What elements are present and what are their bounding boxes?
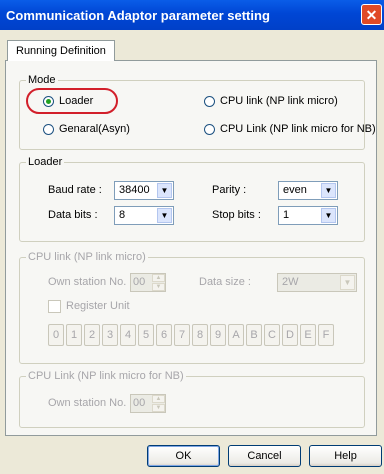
stop-bits-select[interactable]: 1 ▼ <box>278 206 338 225</box>
loader-legend: Loader <box>28 156 63 168</box>
bit-button-9[interactable]: 9 <box>210 324 226 346</box>
baud-rate-value: 38400 <box>119 184 150 196</box>
chevron-down-icon[interactable]: ▼ <box>321 208 336 223</box>
ok-button[interactable]: OK <box>147 445 220 467</box>
close-button[interactable]: ✕ <box>361 4 382 25</box>
cancel-button[interactable]: Cancel <box>228 445 301 467</box>
highlight-circle <box>26 88 118 114</box>
chevron-down-icon[interactable]: ▼ <box>157 208 172 223</box>
data-size-label: Data size : <box>199 276 251 288</box>
spin-up-icon[interactable]: ▲ <box>152 274 165 282</box>
bit-button-3[interactable]: 3 <box>102 324 118 346</box>
parity-value: even <box>283 184 307 196</box>
radio-cpu-link[interactable]: CPU link (NP link micro) <box>204 95 338 107</box>
tab-panel: Mode Loader CPU link (NP link micro) CPU… <box>5 60 377 436</box>
radio-cpu-link-nb-indicator[interactable] <box>204 123 215 135</box>
parity-select[interactable]: even ▼ <box>278 181 338 200</box>
spin-down-icon[interactable]: ▼ <box>152 404 165 412</box>
bit-button-f[interactable]: F <box>318 324 334 346</box>
cpu-link-legend: CPU link (NP link micro) <box>28 251 146 263</box>
bit-button-a[interactable]: A <box>228 324 244 346</box>
baud-rate-label: Baud rate : <box>48 184 102 196</box>
radio-cpu-link-label: CPU link (NP link micro) <box>220 95 338 107</box>
parity-label: Parity : <box>212 184 247 196</box>
register-unit-label: Register Unit <box>66 300 130 312</box>
bit-button-0[interactable]: 0 <box>48 324 64 346</box>
mode-legend: Mode <box>28 74 56 86</box>
radio-general-label: Genaral(Asyn) <box>59 123 130 135</box>
data-bits-value: 8 <box>119 209 126 221</box>
bit-button-4[interactable]: 4 <box>120 324 136 346</box>
bit-button-c[interactable]: C <box>264 324 280 346</box>
baud-rate-select[interactable]: 38400 ▼ <box>114 181 174 200</box>
bit-button-e[interactable]: E <box>300 324 316 346</box>
radio-cpu-link-nb[interactable]: CPU Link (NP link micro for NB) <box>204 123 376 135</box>
spin-up-icon[interactable]: ▲ <box>152 395 165 403</box>
radio-general[interactable]: Genaral(Asyn) <box>43 123 130 135</box>
register-unit-checkbox[interactable] <box>48 300 61 313</box>
radio-cpu-link-indicator[interactable] <box>204 95 215 107</box>
stop-bits-label: Stop bits : <box>212 209 261 221</box>
data-size-select[interactable]: 2W ▼ <box>277 273 357 292</box>
data-bits-label: Data bits : <box>48 209 98 221</box>
nb-own-station-value: 00 <box>133 397 146 409</box>
bit-button-6[interactable]: 6 <box>156 324 172 346</box>
chevron-down-icon[interactable]: ▼ <box>340 275 355 290</box>
chevron-down-icon[interactable]: ▼ <box>321 183 336 198</box>
bit-button-1[interactable]: 1 <box>66 324 82 346</box>
window-title: Communication Adaptor parameter setting <box>6 8 270 23</box>
data-bits-select[interactable]: 8 ▼ <box>114 206 174 225</box>
own-station-label: Own station No. : <box>48 276 133 288</box>
own-station-spinner[interactable]: 00 ▲ ▼ <box>130 273 166 292</box>
stop-bits-value: 1 <box>283 209 290 221</box>
radio-cpu-link-nb-label: CPU Link (NP link micro for NB) <box>220 123 376 135</box>
spin-down-icon[interactable]: ▼ <box>152 283 165 291</box>
bit-button-8[interactable]: 8 <box>192 324 208 346</box>
nb-own-station-label: Own station No. : <box>48 397 133 409</box>
own-station-value: 00 <box>133 276 146 288</box>
bit-button-5[interactable]: 5 <box>138 324 154 346</box>
bit-button-d[interactable]: D <box>282 324 298 346</box>
title-bar: Communication Adaptor parameter setting … <box>0 0 384 30</box>
radio-general-indicator[interactable] <box>43 123 54 135</box>
data-size-value: 2W <box>282 276 299 288</box>
tab-running-definition[interactable]: Running Definition <box>7 40 115 61</box>
bit-button-7[interactable]: 7 <box>174 324 190 346</box>
nb-own-station-spinner[interactable]: 00 ▲ ▼ <box>130 394 166 413</box>
bit-button-2[interactable]: 2 <box>84 324 100 346</box>
help-button[interactable]: Help <box>309 445 382 467</box>
cpu-link-nb-legend: CPU Link (NP link micro for NB) <box>28 370 184 382</box>
chevron-down-icon[interactable]: ▼ <box>157 183 172 198</box>
bit-button-b[interactable]: B <box>246 324 262 346</box>
